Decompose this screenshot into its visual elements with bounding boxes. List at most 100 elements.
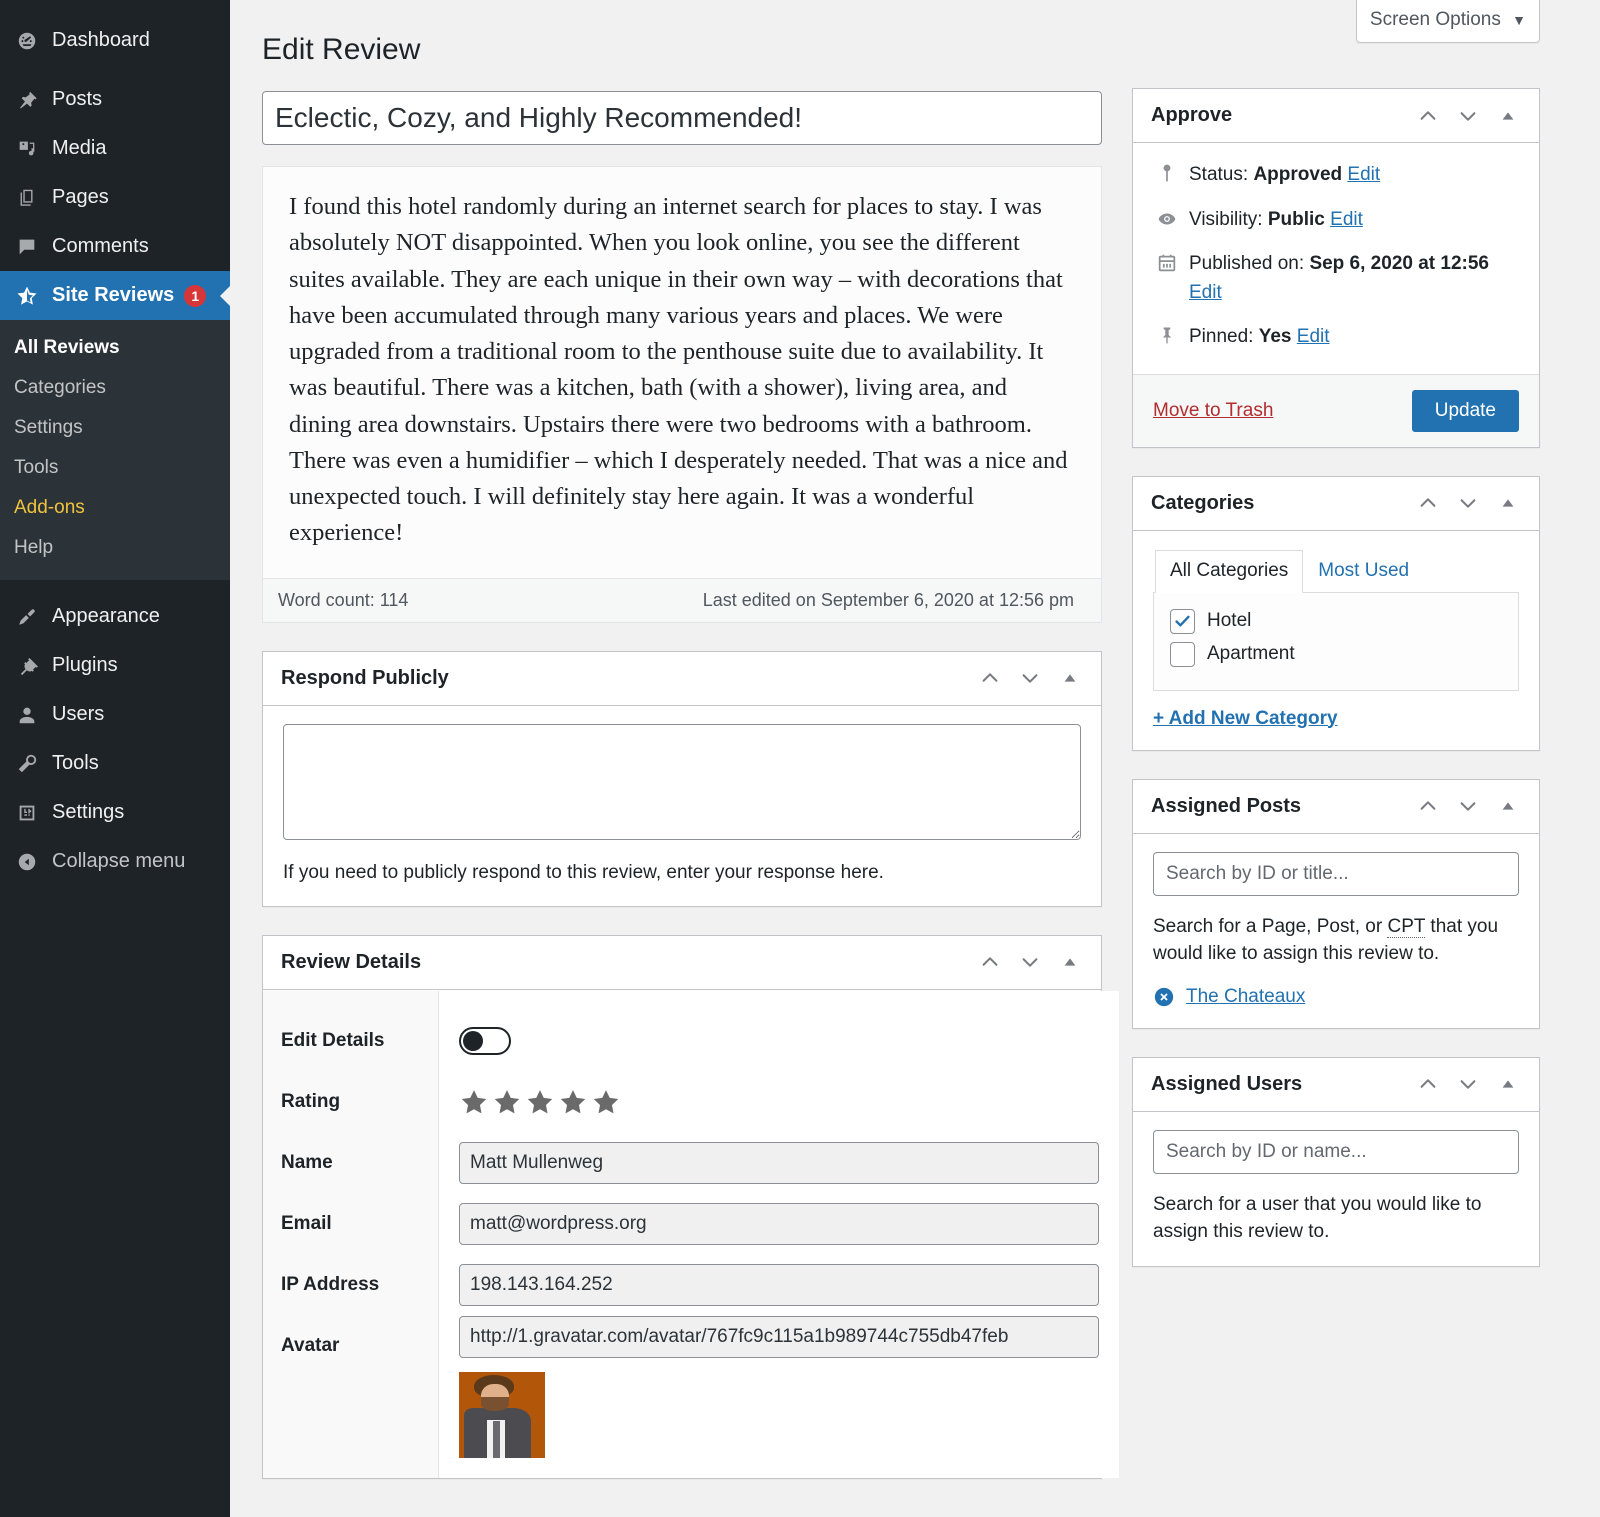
move-up-button[interactable] [1409,787,1447,825]
toggle-panel-button[interactable] [1489,787,1527,825]
move-down-button[interactable] [1449,484,1487,522]
sidebar-item-posts[interactable]: Posts [0,75,230,124]
secondary-column: Approve Status: Approved Edit Visibility… [1132,88,1540,1479]
sidebar-item-users[interactable]: Users [0,690,230,739]
sidebar-item-add-ons[interactable]: Add-ons [0,488,230,528]
visibility-edit-link[interactable]: Edit [1330,209,1363,230]
sidebar-item-label: Settings [52,801,125,823]
wrench-icon [14,751,40,777]
panel-actions [971,659,1089,697]
edit-details-toggle[interactable] [459,1027,511,1055]
sidebar-item-tools[interactable]: Tools [0,448,230,488]
move-down-button[interactable] [1011,659,1049,697]
sidebar-item-appearance[interactable]: Appearance [0,592,230,641]
assigned-users-search-input[interactable] [1153,1129,1519,1174]
toggle-panel-button[interactable] [1489,97,1527,135]
sidebar-item-all-reviews[interactable]: All Reviews [0,328,230,368]
sidebar-divider [0,580,230,592]
remove-icon[interactable] [1153,986,1175,1008]
visibility-row: Visibility: Public Edit [1153,206,1519,235]
brush-icon [14,604,40,630]
pinned-edit-link[interactable]: Edit [1297,326,1330,347]
review-body-text[interactable]: I found this hotel randomly during an in… [263,167,1101,578]
editor-statusbar: Word count: 114 Last edited on September… [263,577,1101,622]
sidebar-item-dashboard[interactable]: Dashboard [0,16,230,65]
category-item-hotel[interactable]: Hotel [1170,608,1502,634]
published-row: Published on: Sep 6, 2020 at 12:56 Edit [1153,250,1519,307]
toggle-panel-button[interactable] [1489,484,1527,522]
move-down-button[interactable] [1449,787,1487,825]
status-edit-link[interactable]: Edit [1347,164,1380,185]
plug-icon [14,653,40,679]
tab-all-categories[interactable]: All Categories [1155,549,1304,593]
published-label: Published on: [1189,253,1305,274]
toggle-panel-button[interactable] [1051,943,1089,981]
sidebar-item-help[interactable]: Help [0,528,230,568]
update-button[interactable]: Update [1411,389,1519,432]
admin-sidebar: Dashboard Posts Media Pages Comments Sit… [0,0,230,1517]
toggle-panel-button[interactable] [1489,1065,1527,1103]
panel-body: Status: Approved Edit Visibility: Public… [1133,143,1539,374]
eye-icon [1153,206,1181,230]
sidebar-item-label: Tools [52,752,99,774]
move-up-button[interactable] [971,943,1009,981]
tab-most-used[interactable]: Most Used [1303,550,1424,593]
move-up-button[interactable] [971,659,1009,697]
panel-actions [1409,97,1527,135]
review-details-labels: Edit Details Rating Name Email IP Addres… [263,990,439,1478]
rating-stars[interactable] [459,1087,621,1117]
collapse-menu-button[interactable]: Collapse menu [0,837,230,886]
sidebar-item-settings[interactable]: Settings [0,408,230,448]
avatar-url-input[interactable] [459,1315,1099,1358]
sidebar-item-label: Appearance [52,605,160,627]
respond-textarea[interactable] [283,723,1081,840]
dashboard-icon [14,28,40,54]
calendar-icon [1153,250,1181,274]
sidebar-item-categories[interactable]: Categories [0,368,230,408]
assigned-posts-search-input[interactable] [1153,851,1519,896]
media-icon [14,136,40,162]
move-up-button[interactable] [1409,97,1447,135]
ip-address-input[interactable] [459,1264,1099,1306]
name-input[interactable] [459,1142,1099,1184]
add-new-category-link[interactable]: + Add New Category [1153,708,1519,730]
collapse-arrow-icon [14,849,40,875]
star-half-icon [14,283,40,309]
sidebar-item-pages[interactable]: Pages [0,173,230,222]
email-input[interactable] [459,1203,1099,1245]
checkbox-apartment[interactable] [1170,641,1195,667]
move-up-button[interactable] [1409,1065,1447,1103]
toggle-panel-button[interactable] [1051,659,1089,697]
sidebar-item-label: Pages [52,186,109,208]
published-value: Sep 6, 2020 at 12:56 [1309,253,1490,274]
last-edited: Last edited on September 6, 2020 at 12:5… [702,589,1074,610]
sidebar-item-comments[interactable]: Comments [0,222,230,271]
label-avatar: Avatar [281,1335,340,1356]
panel-title: Categories [1151,491,1255,514]
move-up-button[interactable] [1409,484,1447,522]
sidebar-item-settings-main[interactable]: Settings [0,788,230,837]
review-details-panel: Review Details Edit Details Rating Name … [262,934,1119,1479]
checkbox-hotel[interactable] [1170,608,1195,634]
sidebar-item-plugins[interactable]: Plugins [0,641,230,690]
move-down-button[interactable] [1449,1065,1487,1103]
move-down-button[interactable] [1011,943,1049,981]
label-rating: Rating [281,1091,341,1112]
category-item-apartment[interactable]: Apartment [1170,641,1502,667]
help-before: Search for a Page, Post, or [1153,915,1388,937]
screen-options-button[interactable]: Screen Options ▼ [1355,0,1540,43]
row-email [459,1194,1099,1255]
sidebar-item-media[interactable]: Media [0,124,230,173]
sidebar-item-site-reviews[interactable]: Site Reviews 1 [0,271,230,320]
review-title-input[interactable] [262,91,1102,145]
assigned-post-link[interactable]: The Chateaux [1186,986,1305,1008]
move-to-trash-link[interactable]: Move to Trash [1153,400,1273,422]
published-edit-link[interactable]: Edit [1189,282,1222,303]
content-columns: Edit Review I found this hotel randomly … [230,0,1600,1479]
sidebar-item-tools-main[interactable]: Tools [0,739,230,788]
panel-body: Search for a user that you would like to… [1133,1112,1539,1266]
panel-header: Categories [1133,477,1539,531]
panel-title: Assigned Users [1151,1072,1303,1095]
sidebar-item-label: Posts [52,88,103,110]
move-down-button[interactable] [1449,97,1487,135]
